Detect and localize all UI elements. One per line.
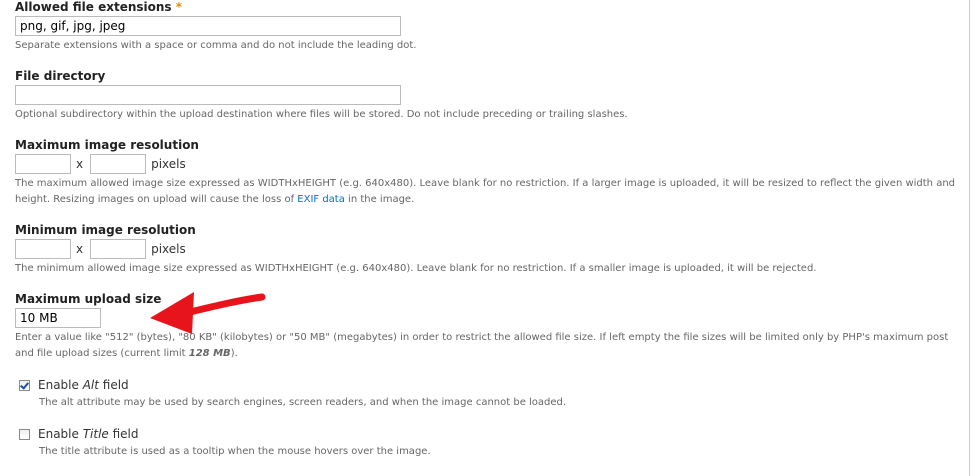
file-extensions-input[interactable] <box>15 16 401 36</box>
upload-size-label: Maximum upload size <box>15 292 162 306</box>
file-directory-label: File directory <box>15 69 106 83</box>
title-field-item: Enable Title field The title attribute i… <box>15 426 959 460</box>
max-resolution-item: Maximum image resolution x pixels The ma… <box>15 138 959 208</box>
min-resolution-label: Minimum image resolution <box>15 223 196 237</box>
file-extensions-item: Allowed file extensions * Separate exten… <box>15 0 959 54</box>
upload-size-input[interactable] <box>15 308 101 328</box>
max-resolution-label: Maximum image resolution <box>15 138 199 152</box>
title-field-row[interactable]: Enable Title field <box>15 426 959 442</box>
alt-field-checkbox[interactable] <box>19 379 30 391</box>
field-settings-panel: Allowed file extensions * Separate exten… <box>0 0 970 476</box>
upload-limit-value: 128 MB <box>188 348 231 359</box>
alt-field-row[interactable]: Enable Alt field <box>15 377 959 393</box>
max-width-input[interactable] <box>15 154 71 174</box>
file-extensions-label: Allowed file extensions * <box>15 0 183 14</box>
max-resolution-unit: pixels <box>151 157 186 171</box>
alt-field-label[interactable]: Enable Alt field <box>38 378 129 392</box>
upload-size-item: Maximum upload size Enter a value like "… <box>15 292 959 362</box>
min-resolution-row: x pixels <box>15 239 959 259</box>
max-resolution-row: x pixels <box>15 154 959 174</box>
min-resolution-unit: pixels <box>151 242 186 256</box>
title-field-label[interactable]: Enable Title field <box>38 427 139 441</box>
min-width-input[interactable] <box>15 239 71 259</box>
min-resolution-item: Minimum image resolution x pixels The mi… <box>15 223 959 277</box>
exif-data-link[interactable]: EXIF data <box>297 194 345 205</box>
file-directory-description: Optional subdirectory within the upload … <box>15 109 628 120</box>
title-field-description: The title attribute is used as a tooltip… <box>39 446 431 457</box>
title-field-checkbox[interactable] <box>19 428 30 440</box>
min-resolution-separator: x <box>76 242 84 256</box>
alt-field-item: Enable Alt field The alt attribute may b… <box>15 377 959 411</box>
file-directory-input[interactable] <box>15 85 401 105</box>
max-resolution-separator: x <box>76 157 84 171</box>
min-height-input[interactable] <box>90 239 147 259</box>
upload-size-description: Enter a value like "512" (bytes), "80 KB… <box>15 332 949 359</box>
file-directory-item: File directory Optional subdirectory wit… <box>15 69 959 123</box>
max-height-input[interactable] <box>90 154 147 174</box>
max-resolution-description: The maximum allowed image size expressed… <box>15 178 956 205</box>
required-marker: * <box>175 0 183 14</box>
file-extensions-description: Separate extensions with a space or comm… <box>15 40 417 51</box>
min-resolution-description: The minimum allowed image size expressed… <box>15 263 817 274</box>
alt-field-description: The alt attribute may be used by search … <box>39 397 567 408</box>
